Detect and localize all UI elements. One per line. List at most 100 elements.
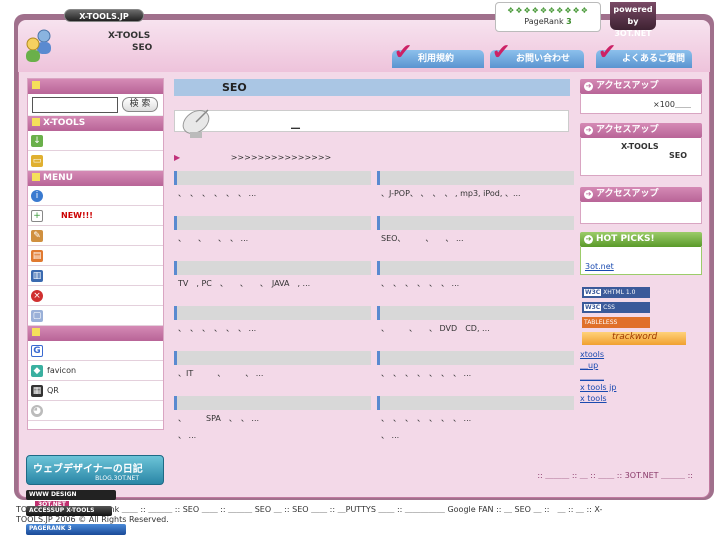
site-title-line2: SEO bbox=[132, 43, 153, 53]
sidebar-item-qr[interactable]: ▦ QR bbox=[28, 381, 163, 401]
search-button[interactable]: 検 索 bbox=[122, 97, 158, 112]
css-badge[interactable]: W3C CSS bbox=[582, 302, 650, 313]
powered-line2: 3OT.NET bbox=[614, 29, 652, 38]
category-card[interactable]: 、 、 、 、 、 、 ... bbox=[174, 306, 371, 340]
sidebar-item-6[interactable]: × bbox=[28, 286, 163, 306]
pagerank-badge[interactable]: PAGERANK 3 bbox=[26, 524, 126, 535]
card-header bbox=[174, 216, 371, 230]
category-card[interactable]: 、J-POP、 、 、 、 , mp3, iPod, 、... bbox=[377, 171, 574, 205]
nav-terms-label: 利用規約 bbox=[418, 54, 455, 64]
category-card[interactable]: 、 、 、 、 、 、 、 ... bbox=[377, 351, 574, 385]
edit-icon: ✎ bbox=[31, 229, 43, 242]
category-card[interactable]: 、 、 、 、 、 、 、 ... 、 ... bbox=[377, 396, 574, 444]
right-link-4[interactable]: x tools jp bbox=[580, 382, 702, 393]
blog-banner[interactable]: ウェブデザイナーの日記 BLOG.3OT.NET bbox=[26, 455, 164, 485]
card-text-tail: 、 ... bbox=[178, 431, 197, 440]
sidebar-item-7[interactable]: ▢ bbox=[28, 306, 163, 326]
google-icon: G bbox=[31, 344, 43, 357]
arrow-icon: ➔ bbox=[584, 235, 593, 244]
arrow-right-icon: ▶ bbox=[174, 153, 181, 162]
sidebar-item-google[interactable]: G bbox=[28, 341, 163, 361]
card-text: 、IT 、 、 ... bbox=[178, 369, 264, 378]
window-icon: ▢ bbox=[31, 309, 43, 322]
right-link-1[interactable]: xtools bbox=[580, 349, 702, 360]
nav-contact[interactable]: ✔ お問い合わせ bbox=[490, 42, 584, 68]
sidebar-item-favicon[interactable]: ◆ favicon bbox=[28, 361, 163, 381]
trackword-badge[interactable]: trackword bbox=[582, 332, 686, 345]
xhtml-badge[interactable]: W3C XHTML 1.0 bbox=[582, 287, 650, 298]
sidebar-section-xtools: X-TOOLS bbox=[28, 116, 163, 131]
hotpicks-title: HOT PICKS! bbox=[596, 234, 655, 244]
people-icon bbox=[26, 29, 51, 62]
sidebar-item-1[interactable]: ↓ bbox=[28, 131, 163, 151]
category-card[interactable]: TV , PC 、 、 、 JAVA , ... bbox=[174, 261, 371, 295]
footer-links[interactable]: :: ＿＿＿ :: ＿ :: ＿＿ :: 3OT.NET ＿＿＿ :: bbox=[165, 470, 705, 484]
sidebar-item-2[interactable]: ▭ bbox=[28, 151, 163, 171]
satellite-dish-icon bbox=[182, 109, 210, 138]
bottom-footer: TOP :: ＿ :: ＿PageRank ＿＿ :: ＿＿＿ :: SEO ＿… bbox=[16, 505, 716, 525]
nav-faq-label: よくあるご質問 bbox=[622, 54, 686, 64]
sidebar-item-3[interactable]: ✎ bbox=[28, 226, 163, 246]
card-header bbox=[377, 261, 574, 275]
card-text: 、 SPA 、 、 ... bbox=[178, 414, 260, 423]
sidebar-item-info[interactable]: i bbox=[28, 186, 163, 206]
pagerank-widget[interactable]: ❖❖❖❖❖❖❖❖❖❖ PageRank 3 bbox=[495, 2, 601, 32]
category-card[interactable]: SEO、 、 、 ... bbox=[377, 216, 574, 250]
www-design-badge[interactable]: WWW DESIGN 3OT.NET bbox=[26, 490, 116, 508]
info-icon: i bbox=[31, 189, 43, 202]
bottom-links[interactable]: TOP :: ＿ :: ＿PageRank ＿＿ :: ＿＿＿ :: SEO ＿… bbox=[16, 505, 716, 515]
card-header bbox=[174, 396, 371, 410]
card-text: 、 、 、 、 ... bbox=[178, 234, 249, 243]
card-text: SEO、 、 、 ... bbox=[381, 234, 464, 243]
pagerank-value: 3 bbox=[566, 17, 572, 26]
pagerank-label: PageRank bbox=[524, 17, 564, 26]
card-header bbox=[377, 351, 574, 365]
category-card[interactable]: 、 、 、 DVD CD, ... bbox=[377, 306, 574, 340]
search-input[interactable] bbox=[32, 96, 118, 113]
card-text: 、 、 、 DVD CD, ... bbox=[381, 324, 490, 333]
sidebar-item-8[interactable]: ◕ bbox=[28, 401, 163, 421]
card-header bbox=[174, 306, 371, 320]
tableless-badge-label: TABLELESS bbox=[584, 319, 618, 326]
category-card[interactable]: 、 SPA 、 、 ... 、 ... bbox=[174, 396, 371, 444]
nav-terms[interactable]: ✔ 利用規約 bbox=[392, 42, 484, 68]
access-box-1-text[interactable]: ×100＿＿ bbox=[653, 100, 691, 109]
access-box-1: ➔ アクセスアップ ×100＿＿ bbox=[580, 79, 702, 114]
logo[interactable]: X-TOOLS.JP bbox=[64, 9, 144, 22]
right-link-2[interactable]: ＿up bbox=[580, 360, 702, 371]
access-box-1-title: アクセスアップ bbox=[596, 81, 659, 91]
folder-icon: ▭ bbox=[31, 154, 43, 167]
accessup-badge[interactable]: ACCESSUP X-TOOLS bbox=[26, 506, 112, 516]
right-link-3[interactable]: ＿＿＿ bbox=[580, 371, 702, 382]
sidebar-section-menu-label: MENU bbox=[43, 173, 73, 183]
category-card[interactable]: 、IT 、 、 ... bbox=[174, 351, 371, 385]
category-card[interactable]: 、 、 、 、 、 、 ... bbox=[174, 171, 371, 205]
intro-box: ＿ bbox=[174, 110, 569, 132]
gem-icon: ◆ bbox=[31, 364, 43, 377]
sidebar-item-5[interactable]: ▥ bbox=[28, 266, 163, 286]
intro-link[interactable]: ＿ bbox=[291, 117, 300, 130]
document-icon: + bbox=[31, 209, 43, 222]
card-text: 、 、 、 、 、 、 ... bbox=[178, 324, 257, 333]
box-icon: ▤ bbox=[31, 249, 43, 262]
right-link-5[interactable]: x tools bbox=[580, 393, 702, 404]
sidebar-item-4[interactable]: ▤ bbox=[28, 246, 163, 266]
download-icon: ↓ bbox=[31, 134, 43, 147]
tableless-badge[interactable]: TABLELESS bbox=[582, 317, 650, 328]
hotpicks-head: ➔ HOT PICKS! bbox=[580, 232, 702, 247]
access-box-2: ➔ アクセスアップ X-TOOLS SEO bbox=[580, 123, 702, 176]
category-card[interactable]: 、 、 、 、 ... bbox=[174, 216, 371, 250]
hotpicks-body: 3ot.net bbox=[580, 247, 702, 275]
category-card[interactable]: 、 、 、 、 、 、 ... bbox=[377, 261, 574, 295]
card-header bbox=[377, 396, 574, 410]
pagerank-dots-icon: ❖❖❖❖❖❖❖❖❖❖ bbox=[507, 6, 589, 15]
access-box-2-body: X-TOOLS SEO bbox=[580, 138, 702, 176]
blog-banner-sub: BLOG.3OT.NET bbox=[95, 475, 139, 482]
hotpicks-link[interactable]: 3ot.net bbox=[585, 261, 701, 272]
xhtml-badge-label: XHTML 1.0 bbox=[603, 289, 636, 296]
powered-by-badge[interactable]: powered by 3OT.NET bbox=[610, 2, 656, 38]
sidebar-item-new[interactable]: + NEW!!! bbox=[28, 206, 163, 226]
arrow-icon: ➔ bbox=[584, 126, 593, 135]
nav-faq[interactable]: ✔ よくあるご質問 bbox=[596, 42, 692, 68]
access-box-2-line2: SEO bbox=[668, 151, 687, 160]
